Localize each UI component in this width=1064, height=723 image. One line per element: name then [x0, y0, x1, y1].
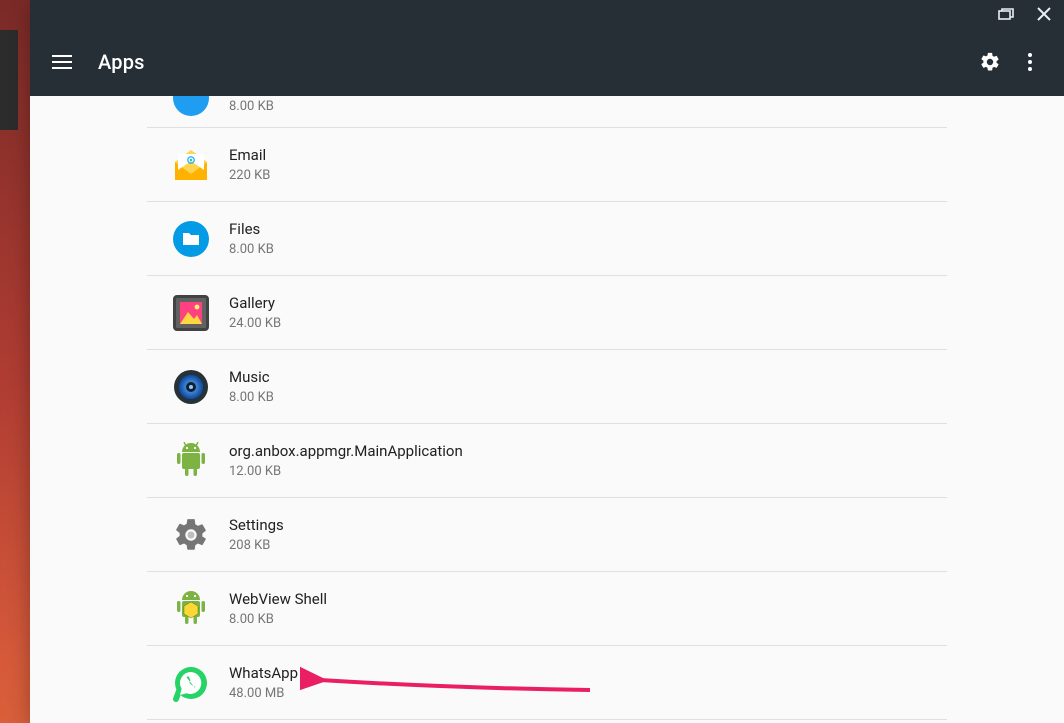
desktop-dock-fragment	[0, 30, 18, 130]
more-vert-icon[interactable]	[1010, 42, 1050, 82]
app-size: 48.00 MB	[229, 685, 298, 703]
app-row-whatsapp[interactable]: WhatsApp 48.00 MB	[147, 646, 947, 720]
app-row-gallery[interactable]: Gallery 24.00 KB	[147, 276, 947, 350]
window-titlebar	[30, 0, 1064, 28]
app-row-anbox[interactable]: org.anbox.appmgr.MainApplication 12.00 K…	[147, 424, 947, 498]
app-row-email[interactable]: Email 220 KB	[147, 128, 947, 202]
app-name: org.anbox.appmgr.MainApplication	[229, 441, 463, 461]
app-size: 8.00 KB	[229, 389, 274, 407]
app-size: 8.00 KB	[229, 98, 274, 116]
app-list: 8.00 KB Email 220 KB F	[147, 96, 947, 720]
music-icon	[171, 367, 211, 407]
app-size: 220 KB	[229, 167, 270, 185]
page-title: Apps	[98, 50, 145, 74]
app-name: Music	[229, 367, 274, 387]
whatsapp-icon	[171, 663, 211, 703]
app-name: WebView Shell	[229, 589, 327, 609]
files-icon	[171, 219, 211, 259]
settings-app-icon	[171, 515, 211, 555]
webview-icon	[171, 589, 211, 629]
gear-icon[interactable]	[970, 42, 1010, 82]
gallery-icon	[171, 293, 211, 333]
app-name: Email	[229, 145, 270, 165]
app-row-webview[interactable]: WebView Shell 8.00 KB	[147, 572, 947, 646]
app-name: WhatsApp	[229, 663, 298, 683]
app-name: Gallery	[229, 293, 281, 313]
app-size: 8.00 KB	[229, 241, 274, 259]
app-size: 8.00 KB	[229, 611, 327, 629]
close-window-icon[interactable]	[1034, 4, 1054, 24]
restore-window-icon[interactable]	[996, 4, 1016, 24]
app-row-settings[interactable]: Settings 208 KB	[147, 498, 947, 572]
app-name: Settings	[229, 515, 284, 535]
window: Apps 8.00 KB E	[30, 0, 1064, 723]
app-icon-partial	[171, 96, 211, 116]
email-icon	[171, 145, 211, 185]
app-list-scroll[interactable]: 8.00 KB Email 220 KB F	[30, 96, 1064, 723]
app-bar: Apps	[30, 28, 1064, 96]
app-row-files[interactable]: Files 8.00 KB	[147, 202, 947, 276]
app-size: 208 KB	[229, 537, 284, 555]
menu-icon[interactable]	[44, 44, 80, 80]
android-icon	[171, 441, 211, 481]
app-row-partial[interactable]: 8.00 KB	[147, 96, 947, 128]
app-size: 24.00 KB	[229, 315, 281, 333]
app-name: Files	[229, 219, 274, 239]
app-size: 12.00 KB	[229, 463, 463, 481]
app-row-music[interactable]: Music 8.00 KB	[147, 350, 947, 424]
